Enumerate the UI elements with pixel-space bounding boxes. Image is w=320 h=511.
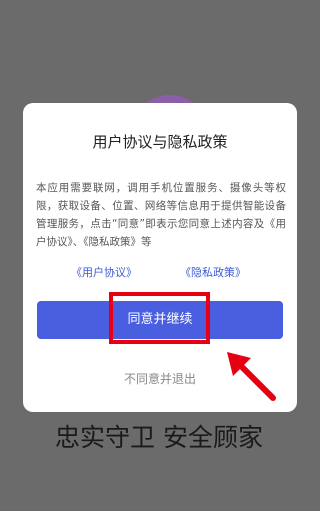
agreement-links: 《用户协议》 《隐私政策》 xyxy=(23,264,297,280)
privacy-policy-link[interactable]: 《隐私政策》 xyxy=(180,264,246,280)
dialog-body-text: 本应用需要联网，调用手机位置服务、摄像头等权限，获取设备、位置、网络等信息用于提… xyxy=(36,182,286,248)
red-arrow-annotation xyxy=(227,352,276,401)
user-agreement-link[interactable]: 《用户协议》 xyxy=(71,264,137,280)
dialog-title: 用户协议与隐私政策 xyxy=(92,133,228,151)
highlight-box-annotation xyxy=(109,292,210,344)
background-slogan: 忠实守卫 安全顾家 xyxy=(55,423,263,452)
